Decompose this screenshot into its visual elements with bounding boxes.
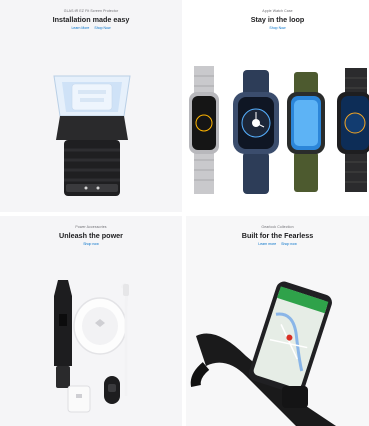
tile-header: Apple Watch Case Stay in the loop Shop N…: [186, 8, 369, 31]
product-promo-grid: GLAS.tR EZ Fit Screen Protector Installa…: [0, 0, 369, 426]
tile-title: Unleash the power: [59, 231, 123, 240]
tile-title: Stay in the loop: [250, 15, 305, 24]
learn-more-link[interactable]: Learn More: [71, 26, 89, 30]
power-accessories-illustration: [54, 280, 129, 413]
watch-bands-illustration: [189, 66, 369, 194]
tile-eyebrow: Power Accessories: [75, 225, 107, 229]
promo-tile-gearlock[interactable]: Gearlock Collection Built for the Fearle…: [186, 216, 369, 426]
tile-title: Installation made easy: [52, 15, 130, 24]
shop-now-link[interactable]: Shop now: [83, 242, 99, 246]
tile-header: Gearlock Collection Built for the Fearle…: [186, 224, 369, 247]
tile-title: Built for the Fearless: [241, 231, 314, 240]
tile-links: Shop Now: [186, 26, 369, 31]
bike-mount-illustration: [190, 281, 336, 426]
tile-links: Learn More Shop Now: [0, 26, 182, 31]
tile-header: Power Accessories Unleash the power Shop…: [0, 224, 182, 247]
promo-tile-watch-case[interactable]: Apple Watch Case Stay in the loop Shop N…: [186, 0, 369, 212]
promo-tile-screen-protector[interactable]: GLAS.tR EZ Fit Screen Protector Installa…: [0, 0, 182, 212]
shop-now-link[interactable]: Shop now: [281, 242, 297, 246]
tile-eyebrow: Gearlock Collection: [261, 225, 294, 229]
tile-eyebrow: GLAS.tR EZ Fit Screen Protector: [63, 9, 119, 13]
shop-now-link[interactable]: Shop Now: [94, 26, 110, 30]
tile-eyebrow: Apple Watch Case: [262, 9, 293, 13]
tile-header: GLAS.tR EZ Fit Screen Protector Installa…: [0, 8, 182, 31]
tile-links: Shop now: [0, 242, 182, 247]
shop-now-link[interactable]: Shop Now: [269, 26, 285, 30]
tile-links: Learn more Shop now: [186, 242, 369, 247]
learn-more-link[interactable]: Learn more: [258, 242, 276, 246]
promo-tile-power-accessories[interactable]: Power Accessories Unleash the power Shop…: [0, 216, 182, 426]
screen-protector-kit-illustration: [53, 75, 131, 196]
